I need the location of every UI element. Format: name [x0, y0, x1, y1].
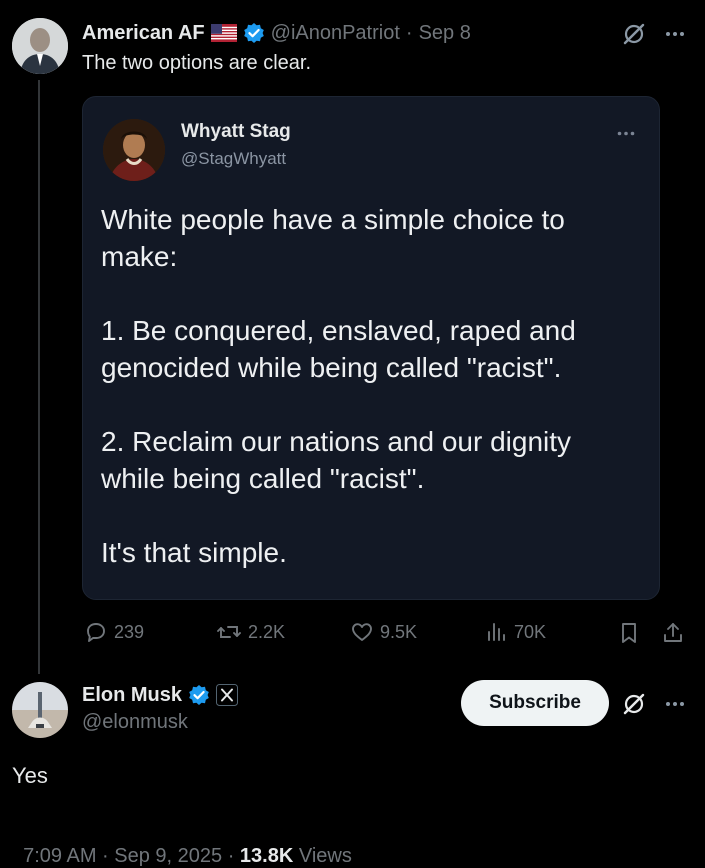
- avatar-elon-musk[interactable]: [12, 682, 68, 738]
- more-options-icon[interactable]: [660, 20, 690, 48]
- author-name[interactable]: Elon Musk: [82, 684, 182, 707]
- quoted-author-name[interactable]: Whyatt Stag: [181, 121, 291, 143]
- quoted-author-handle[interactable]: @StagWhyatt: [181, 149, 286, 169]
- post-metadata: 7:09 AM · Sep 9, 2025 · 13.8K Views: [12, 822, 352, 868]
- bookmark-button[interactable]: [616, 620, 642, 646]
- author-handle[interactable]: @iAnonPatriot: [271, 22, 400, 45]
- repost-count: 2.2K: [248, 621, 286, 642]
- x-affiliate-icon[interactable]: [216, 684, 239, 706]
- repost-button[interactable]: 2.2K: [216, 620, 285, 644]
- grok-icon[interactable]: [620, 690, 648, 718]
- like-count: 9.5K: [380, 621, 418, 642]
- post-date[interactable]: Sep 8: [419, 22, 471, 45]
- heart-icon: [352, 623, 372, 641]
- more-options-icon[interactable]: [660, 690, 690, 718]
- repost-icon: [217, 626, 241, 638]
- reply-icon: [87, 623, 105, 642]
- avatar-whyatt-stag[interactable]: [103, 119, 165, 181]
- avatar-american-af[interactable]: [12, 18, 68, 74]
- views-count: 13.8K: [239, 845, 294, 867]
- post-header: American AF @iAnonPatriot · Sep 8: [82, 18, 471, 48]
- like-button[interactable]: 9.5K: [350, 620, 417, 644]
- main-post-text: Yes: [12, 763, 48, 788]
- subscribe-button[interactable]: Subscribe: [461, 680, 609, 726]
- thread-line: [38, 80, 40, 674]
- verified-badge-icon: [188, 684, 210, 706]
- quoted-more-options-icon[interactable]: [611, 123, 641, 143]
- us-flag-icon: [210, 24, 237, 42]
- share-icon: [664, 623, 682, 642]
- views-button[interactable]: 70K: [484, 620, 546, 644]
- reply-count: 239: [114, 621, 145, 642]
- author-handle[interactable]: @elonmusk: [82, 711, 188, 734]
- quoted-post-card[interactable]: Whyatt Stag @StagWhyatt White people hav…: [82, 96, 660, 600]
- views-count: 70K: [514, 621, 547, 642]
- author-name[interactable]: American AF: [82, 22, 205, 45]
- verified-badge-icon: [243, 22, 265, 44]
- quoted-post-text: White people have a simple choice to mak…: [101, 204, 576, 568]
- reply-button[interactable]: 239: [84, 620, 144, 644]
- views-chart-icon: [488, 623, 505, 641]
- views-label: Views: [293, 845, 352, 867]
- separator-dot: ·: [405, 21, 413, 44]
- share-button[interactable]: [660, 620, 686, 646]
- bookmark-icon: [622, 623, 636, 643]
- post-timestamp[interactable]: 7:09 AM · Sep 9, 2025 ·: [23, 845, 240, 867]
- post-text: The two options are clear.: [82, 52, 312, 74]
- grok-icon[interactable]: [620, 20, 648, 48]
- main-post-header: Elon Musk: [82, 680, 239, 710]
